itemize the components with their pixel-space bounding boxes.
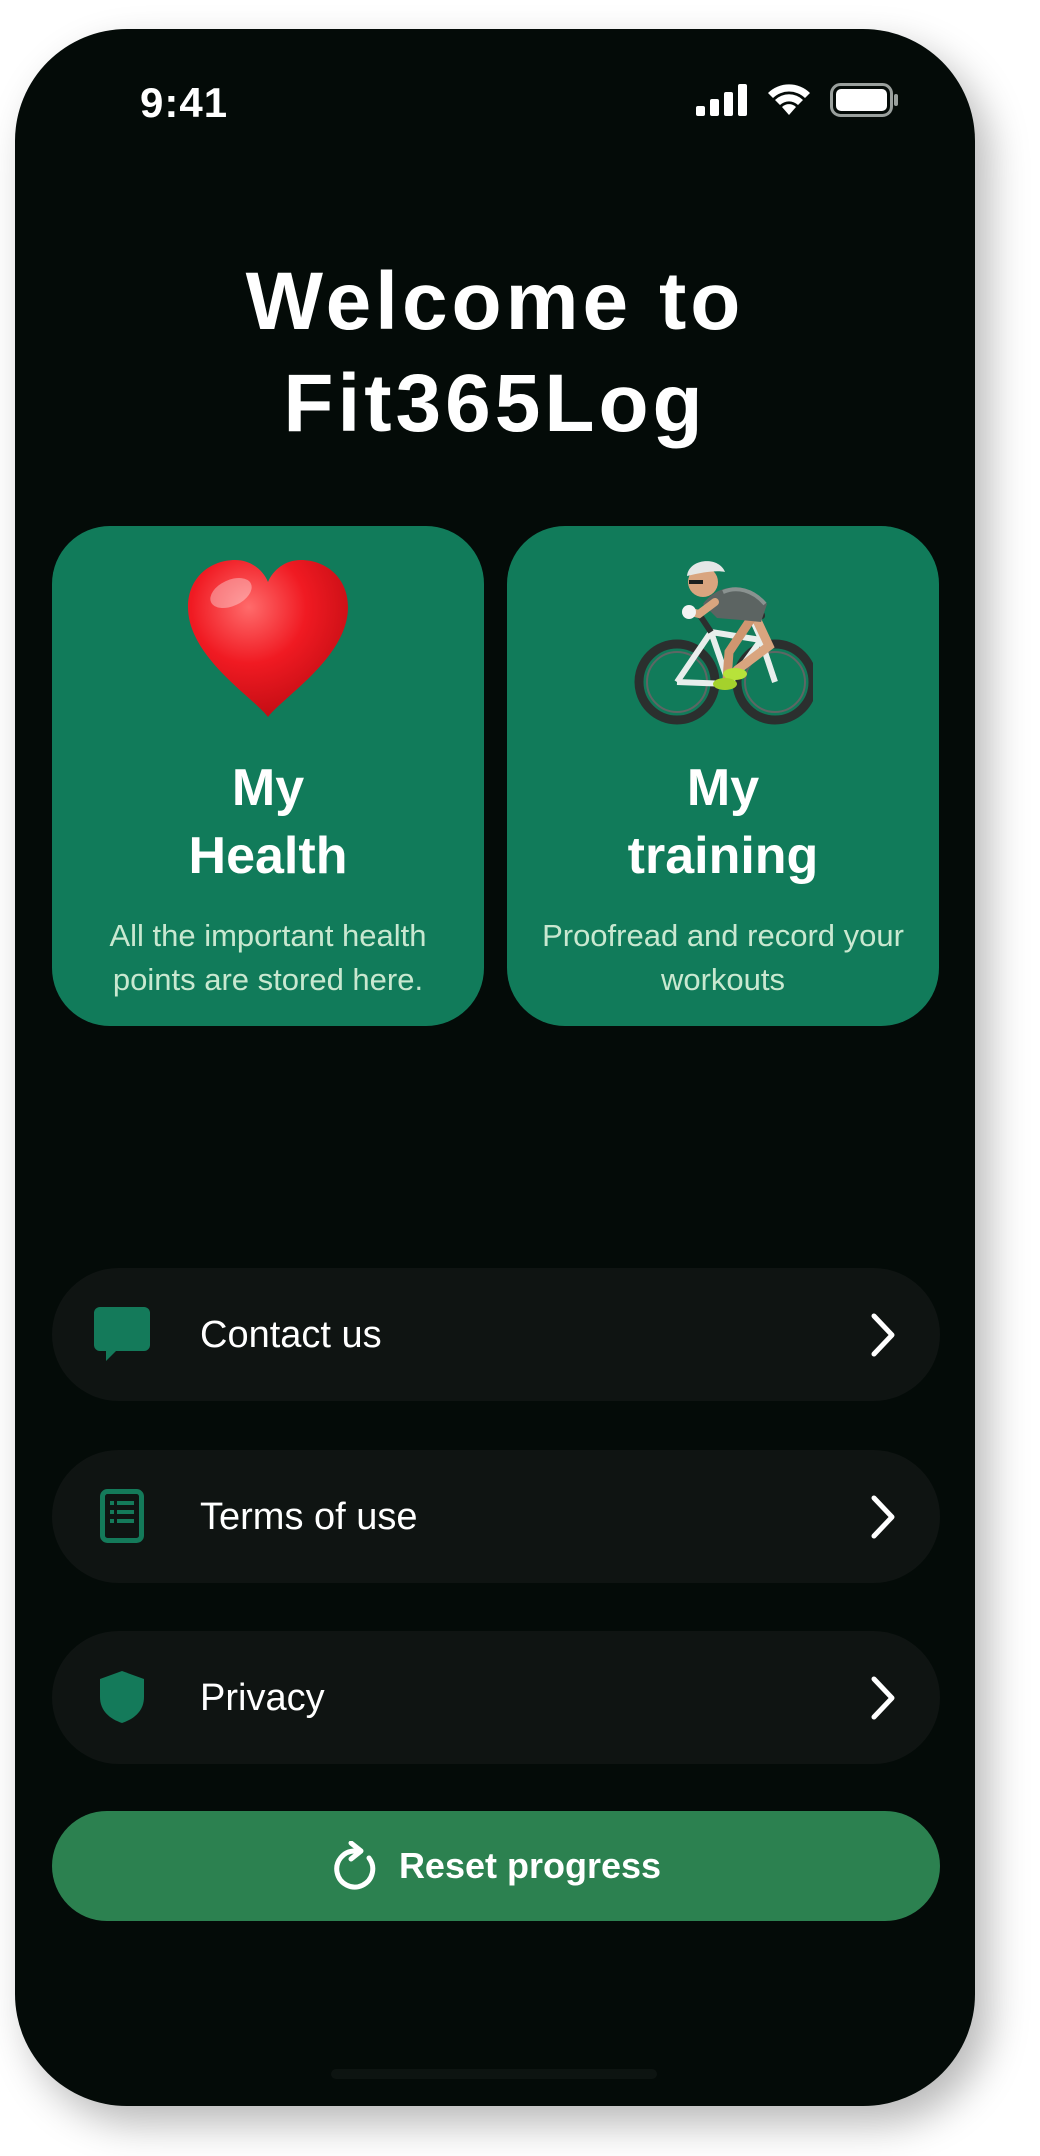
battery-icon <box>830 83 898 117</box>
menu-item-privacy[interactable]: Privacy <box>52 1631 940 1764</box>
menu-item-terms-of-use[interactable]: Terms of use <box>52 1450 940 1583</box>
page-title: Welcome to Fit365Log <box>15 251 975 455</box>
page-title-line1: Welcome to <box>245 256 745 347</box>
chat-bubble-icon <box>94 1306 150 1362</box>
home-indicator <box>331 2069 657 2079</box>
menu-item-contact-us[interactable]: Contact us <box>52 1268 940 1401</box>
card-title-line2: training <box>627 827 819 885</box>
reset-progress-button[interactable]: Reset progress <box>52 1811 940 1921</box>
wifi-icon <box>768 84 810 115</box>
heart-icon <box>52 554 484 724</box>
card-title: My training <box>507 754 939 890</box>
chevron-right-icon <box>871 1313 895 1357</box>
card-title-line1: My <box>231 759 305 817</box>
card-description: All the important health points are stor… <box>109 918 427 997</box>
my-health-card[interactable]: My Health All the important health point… <box>52 526 484 1026</box>
status-time: 9:41 <box>140 79 229 126</box>
status-icons <box>696 83 900 117</box>
card-title: My Health <box>52 754 484 890</box>
chevron-right-icon <box>871 1676 895 1720</box>
document-list-icon <box>94 1488 150 1544</box>
refresh-icon <box>334 1841 376 1890</box>
card-description: Proofread and record your workouts <box>542 918 904 997</box>
page-title-line2: Fit365Log <box>283 358 707 449</box>
chevron-right-icon <box>871 1495 895 1539</box>
reset-progress-label: Reset progress <box>398 1845 662 1886</box>
card-title-line1: My <box>686 759 760 817</box>
phone-screen: 9:41 Welcome to Fit365Log My Health All … <box>15 29 975 2106</box>
menu-item-label: Terms of use <box>200 1496 418 1538</box>
shield-icon <box>94 1669 150 1725</box>
cellular-signal-icon <box>696 84 747 116</box>
card-title-line2: Health <box>188 827 348 885</box>
my-training-card[interactable]: My training Proofread and record your wo… <box>507 526 939 1026</box>
menu-item-label: Contact us <box>200 1314 382 1356</box>
cyclist-icon <box>507 554 939 724</box>
menu-item-label: Privacy <box>200 1677 325 1719</box>
